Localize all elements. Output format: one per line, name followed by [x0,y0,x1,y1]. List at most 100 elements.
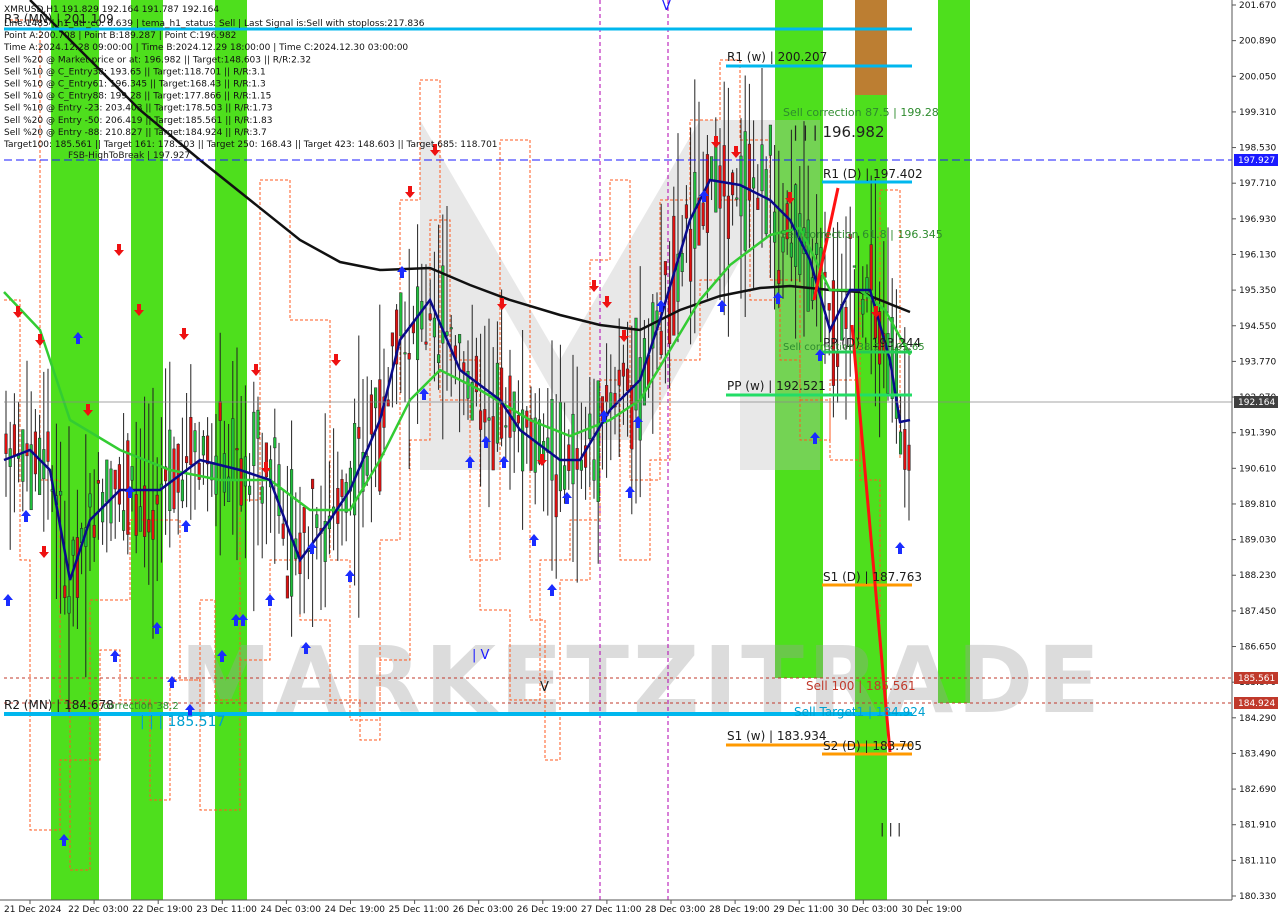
candle-body [714,144,718,213]
candle-body [369,394,373,435]
y-tick-label: 200.050 [1239,72,1276,82]
price-chart[interactable]: MARKETZITRADE R3 (MN) | 201.109 R1 (w) |… [0,0,1280,920]
candle-body [252,411,256,466]
candle-body [903,429,907,470]
candle-body [844,306,848,329]
x-tick-label: 24 Dec 19:00 [325,905,386,915]
level-label: Sell Target1 | 184.924 [794,705,926,719]
candle-body [248,485,252,495]
candle-body [63,585,67,598]
candle-body [96,480,100,484]
candle-body [680,253,684,272]
candle-body [752,177,756,189]
candle-body [504,425,508,428]
candle-body [533,417,537,473]
candle-body [563,465,567,490]
candle-body [689,228,693,282]
price-tag-label: 184.924 [1238,699,1275,709]
level-label: R2 (MN) | 184.678 [4,698,114,712]
x-tick-label: 30 Dec 19:00 [901,905,962,915]
candle-body [46,431,50,462]
info-line: Line:1485 | h1_atr_c0: 0.639 | tema_h1_s… [4,19,425,29]
candle-body [852,265,856,268]
watermark-text: MARKETZITRADE [180,627,1100,734]
candle-body [588,413,592,439]
candle-body [626,368,630,391]
candle-body [836,351,840,367]
candle-body [701,202,705,227]
level-label: R1 (D) | 197.402 [823,167,923,181]
level-label: S1 (D) | 187.763 [823,570,922,584]
info-line: Sell %20 @ Entry -88: 210.827 || Target:… [4,128,267,138]
candle-body [193,430,197,453]
candle-body [773,211,777,243]
candle-body [470,382,474,421]
y-tick-label: 186.650 [1239,643,1276,653]
info-line: Target100: 185.561 || Target 161: 178.50… [3,140,498,150]
candle-body [399,292,403,337]
candle-body [407,353,411,360]
level-label: Sell correction 61.8 | 196.345 [780,228,943,241]
wave-marker: V [540,680,549,695]
candle-body [663,261,667,276]
level-label: | | | 185.517 [140,714,225,730]
candle-body [311,478,315,489]
candle-body [630,385,634,450]
symbol-line: XMRUSD,H1 191.829 192.164 191.787 192.16… [4,5,219,15]
level-label: R1 (w) | 200.207 [727,50,827,64]
info-line: Sell %10 @ C_Entry61: 196.345 || Target:… [4,80,266,90]
candle-body [479,410,483,430]
y-tick-label: 190.610 [1239,464,1276,474]
candle-body [189,417,193,465]
y-tick-label: 199.310 [1239,108,1276,118]
info-line: Sell %10 @ Entry -23: 203.403 || Target:… [4,104,272,114]
candle-body [302,506,306,533]
candle-body [516,415,520,424]
y-tick-label: 184.290 [1239,714,1276,724]
y-tick-label: 201.670 [1239,1,1276,11]
wave-marker: | V [472,648,490,663]
candle-body [579,459,583,471]
y-tick-label: 196.130 [1239,250,1276,260]
candle-body [21,429,25,482]
level-label: Sell correction 38.2 | 193.65 [783,342,925,353]
candle-body [4,433,8,454]
info-line: Sell %10 @ C_Entry88: 199.28 || Target:1… [4,92,271,102]
candle-body [403,352,407,355]
candle-body [827,303,831,311]
candle-body [298,532,302,575]
level-label: correction 38.2 [103,701,179,712]
candle-body [176,443,180,493]
candle-body [117,464,121,505]
x-tick-label: 23 Dec 11:00 [196,905,257,915]
candle-body [869,244,873,291]
candle-body [554,474,558,518]
y-tick-label: 181.110 [1239,856,1276,866]
level-label: S1 (w) | 183.934 [727,729,827,743]
x-tick-label: 29 Dec 11:00 [773,905,834,915]
candle-body [592,459,596,481]
candle-body [491,416,495,471]
candle-body [722,145,726,197]
candle-body [134,494,138,536]
candle-body [571,413,575,485]
candle-body [416,286,420,361]
y-tick-label: 187.450 [1239,607,1276,617]
candle-body [365,455,369,476]
wave-marker: V [662,0,671,14]
y-tick-label: 188.230 [1239,571,1276,581]
candle-body [605,385,609,403]
candle-body [67,596,71,614]
candle-body [180,479,184,502]
candle-body [760,144,764,192]
info-line: Sell %20 @ Entry -50: 206.419 || Target:… [4,116,272,126]
candle-body [113,469,117,490]
candle-body [621,362,625,377]
y-tick-label: 191.390 [1239,429,1276,439]
candle-body [495,362,499,444]
level-label: PP (w) | 192.521 [727,379,826,393]
candle-body [122,510,126,531]
y-tick-label: 196.930 [1239,215,1276,225]
candle-body [235,448,239,451]
candle-body [59,491,63,496]
